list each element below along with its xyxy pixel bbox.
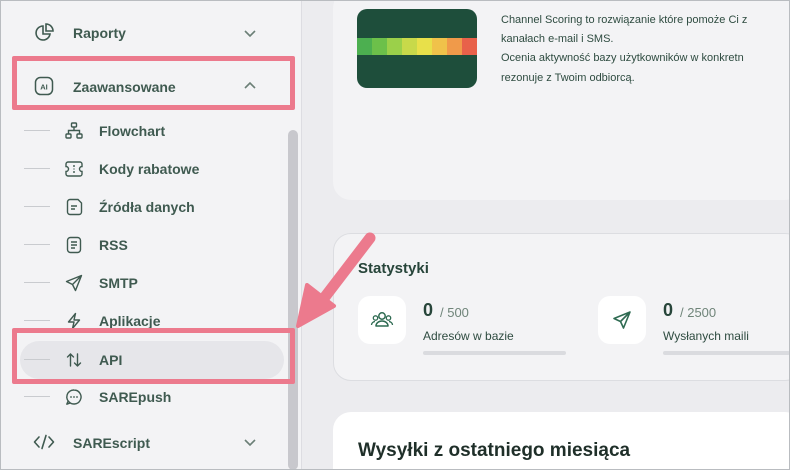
chevron-up-icon[interactable]	[243, 79, 257, 93]
sidebar-item-surescript[interactable]: SAREscript	[0, 423, 290, 461]
score-color-segment	[462, 38, 477, 55]
data-source-icon	[64, 197, 84, 217]
stat-progress-bar	[423, 351, 566, 355]
svg-text:AI: AI	[40, 83, 48, 92]
sidebar-item-label: RSS	[99, 237, 128, 253]
sidebar-item-label: API	[99, 352, 123, 368]
bolt-icon	[64, 311, 84, 331]
stat-label: Adresów w bazie	[423, 329, 514, 343]
chat-bubble-icon	[64, 387, 84, 407]
sidebar-subitem-aplikacje[interactable]: Aplikacje	[0, 302, 290, 340]
stat-progress-bar	[663, 351, 790, 355]
sidebar: Raporty AI Zaawansowane Flowchart Kody r…	[0, 0, 302, 470]
ticket-icon	[64, 159, 84, 179]
sidebar-item-label: Flowchart	[99, 123, 166, 139]
score-color-segment	[387, 38, 402, 55]
pie-chart-icon	[33, 22, 55, 44]
tree-line	[24, 282, 50, 283]
stat-value: 0	[663, 300, 674, 320]
chevron-down-icon[interactable]	[243, 435, 257, 449]
score-color-segment	[402, 38, 417, 55]
score-color-segment	[432, 38, 447, 55]
sidebar-item-label: Źródła danych	[99, 199, 195, 215]
channel-scoring-thumbnail	[357, 9, 477, 88]
tree-line	[24, 168, 50, 169]
ai-badge-icon: AI	[33, 75, 55, 97]
users-icon	[358, 296, 406, 344]
arrows-updown-icon	[64, 350, 84, 370]
score-color-scale	[357, 38, 477, 55]
sidebar-scrollbar[interactable]	[288, 130, 298, 470]
tree-line	[24, 396, 50, 397]
tree-line	[24, 130, 50, 131]
sidebar-subitem-rss[interactable]: RSS	[0, 226, 290, 264]
description-line: rezonuje z Twoim odbiorcą.	[501, 71, 635, 84]
chevron-down-icon[interactable]	[243, 26, 257, 40]
sidebar-subitem-smtp[interactable]: SMTP	[0, 264, 290, 302]
tree-line	[24, 206, 50, 207]
stats-title: Statystyki	[358, 260, 429, 277]
flowchart-icon	[64, 121, 84, 141]
description-line: Channel Scoring to rozwiązanie które pom…	[501, 14, 748, 26]
sidebar-item-zaawansowane[interactable]: AI Zaawansowane	[0, 67, 290, 105]
tree-line	[24, 359, 50, 360]
sidebar-item-raporty[interactable]: Raporty	[0, 14, 290, 52]
sidebar-item-label: SAREscript	[73, 435, 151, 451]
sidebar-item-label: Raporty	[73, 25, 126, 41]
stat-limit: / 500	[440, 305, 469, 320]
channel-scoring-description: Channel Scoring to rozwiązanie które pom…	[501, 12, 790, 86]
sidebar-subitem-flowchart[interactable]: Flowchart	[0, 112, 290, 150]
sidebar-item-label: Aplikacje	[99, 313, 161, 329]
tree-line	[24, 320, 50, 321]
description-line: kanałach e-mail i SMS.	[501, 33, 614, 46]
description-line: Oceniа aktywność bazy użytkowników w kon…	[501, 52, 744, 65]
score-color-segment	[372, 38, 387, 55]
code-icon	[33, 431, 55, 453]
rss-doc-icon	[64, 235, 84, 255]
stat-value: 0	[423, 300, 434, 320]
monthly-sendouts-title: Wysyłki z ostatniego miesiąca	[358, 440, 631, 461]
score-color-segment	[417, 38, 432, 55]
stat-label: Wysłanych maili	[663, 329, 749, 343]
sidebar-item-label: Kody rabatowe	[99, 161, 200, 177]
sidebar-item-label: SAREpush	[99, 389, 172, 405]
send-icon	[598, 296, 646, 344]
sidebar-subitem-api[interactable]: API	[0, 341, 290, 379]
sidebar-item-label: SMTP	[99, 275, 138, 291]
sidebar-subitem-sarepush[interactable]: SAREpush	[0, 378, 290, 416]
tree-line	[24, 244, 50, 245]
sidebar-item-label: Zaawansowane	[73, 79, 176, 95]
sidebar-subitem-zrodla-danych[interactable]: Źródła danych	[0, 188, 290, 226]
score-color-segment	[447, 38, 462, 55]
score-color-segment	[357, 38, 372, 55]
send-icon	[64, 273, 84, 293]
stat-limit: / 2500	[680, 305, 717, 320]
sidebar-subitem-kody-rabatowe[interactable]: Kody rabatowe	[0, 150, 290, 188]
